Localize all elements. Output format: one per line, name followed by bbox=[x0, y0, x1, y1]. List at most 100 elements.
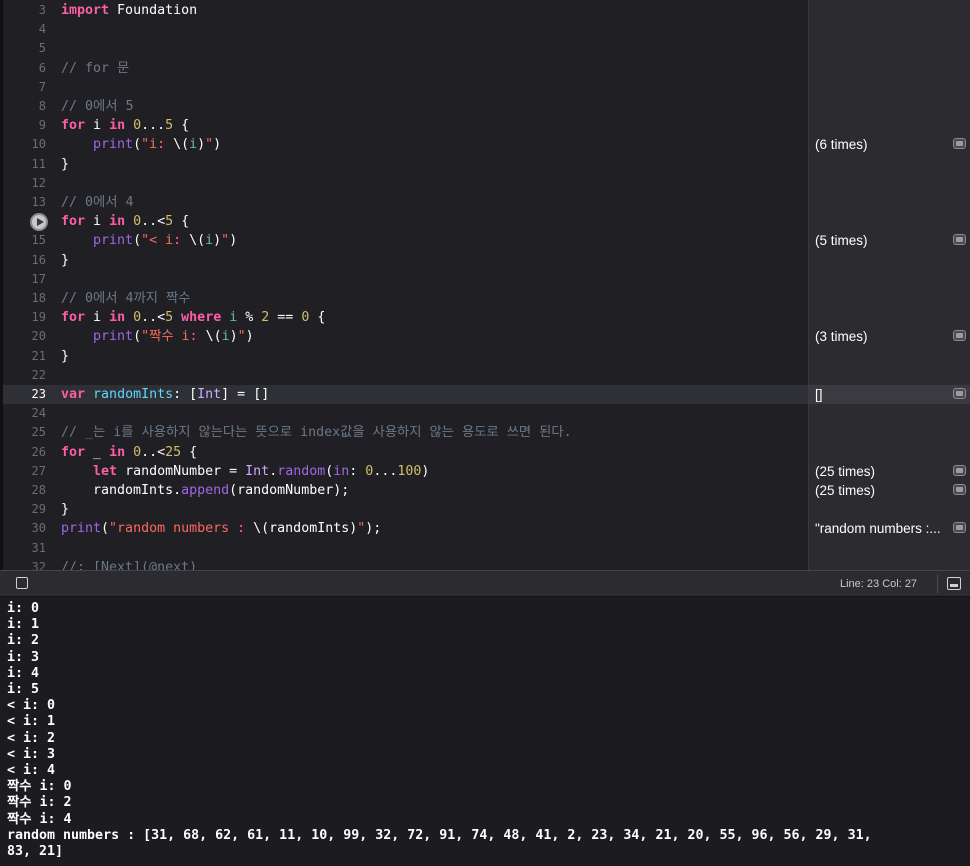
result-value: "random numbers :... bbox=[815, 521, 941, 537]
code-line[interactable]: 24 bbox=[0, 404, 970, 423]
line-number: 15 bbox=[31, 233, 46, 248]
quick-look-icon[interactable] bbox=[953, 484, 966, 495]
code-text: } bbox=[61, 251, 69, 270]
code-text: print("< i: \(i)") bbox=[61, 231, 237, 250]
code-text: } bbox=[61, 155, 69, 174]
line-number: 8 bbox=[38, 99, 46, 113]
code-token: \( bbox=[189, 233, 206, 249]
code-token: print bbox=[93, 137, 134, 153]
code-line[interactable]: 17 bbox=[0, 270, 970, 289]
result-highlight bbox=[809, 251, 970, 270]
code-token: { bbox=[173, 214, 190, 230]
code-line[interactable]: 32 //: [Next](@next) bbox=[0, 558, 970, 570]
code-line[interactable]: 27 let randomNumber = Int.random(in: 0..… bbox=[0, 462, 970, 481]
code-token: "< i: bbox=[141, 233, 190, 249]
code-token: Foundation bbox=[109, 3, 198, 18]
code-line[interactable]: 8 // 0에서 5 bbox=[0, 97, 970, 116]
console-line: random numbers : [31, 68, 62, 61, 11, 10… bbox=[7, 827, 872, 843]
code-line[interactable]: 22 bbox=[0, 366, 970, 385]
code-text: randomInts.append(randomNumber); bbox=[61, 481, 349, 500]
code-text: // 0에서 4까지 짝수 bbox=[61, 289, 190, 308]
code-token: : bbox=[349, 463, 366, 479]
code-line[interactable]: 15 print("< i: \(i)") (5 times) bbox=[0, 231, 970, 250]
console-line: 짝수 i: 2 bbox=[7, 795, 72, 811]
code-line[interactable]: 19 for i in 0..<5 where i % 2 == 0 { bbox=[0, 308, 970, 327]
code-token: ) bbox=[229, 233, 238, 249]
code-token: ( bbox=[101, 521, 110, 537]
code-token: randomInts. bbox=[61, 483, 182, 498]
code-line[interactable]: 12 bbox=[0, 174, 970, 193]
quick-look-icon[interactable] bbox=[953, 138, 966, 150]
divider bbox=[937, 575, 938, 593]
code-token: { bbox=[181, 444, 198, 460]
code-editor[interactable]: 3 import Foundation 4 5 6 // for 문 7 8 // 0에서 5 9… bbox=[0, 0, 970, 570]
code-line[interactable]: 28 randomInts.append(randomNumber); (25 t… bbox=[0, 481, 970, 500]
code-token: 0 bbox=[133, 214, 142, 230]
console-line: i: 1 bbox=[7, 617, 40, 633]
quick-look-icon[interactable] bbox=[953, 388, 966, 399]
code-line[interactable]: 10 print("i: \(i)") (6 times) bbox=[0, 135, 970, 154]
code-line[interactable]: 31 bbox=[0, 539, 970, 558]
code-line[interactable]: 26 for _ in 0..<25 { bbox=[0, 443, 970, 462]
code-line[interactable]: 7 bbox=[0, 78, 970, 97]
code-token: in bbox=[109, 214, 126, 230]
code-line[interactable]: 16} bbox=[0, 251, 970, 270]
debug-console[interactable]: i: 0 i: 1 i: 2 i: 3 i: 4 i: 5 < i: 0 < i: 1 < i:… bbox=[0, 597, 970, 866]
code-text: for i in 0...5 { bbox=[61, 116, 189, 135]
code-line[interactable]: 18 // 0에서 4까지 짝수 bbox=[0, 289, 970, 308]
result-highlight bbox=[809, 174, 970, 193]
quick-look-icon[interactable] bbox=[953, 522, 966, 534]
code-line[interactable]: 3 import Foundation bbox=[0, 1, 970, 20]
code-token: i bbox=[205, 233, 214, 249]
result-highlight bbox=[809, 289, 970, 308]
result-highlight bbox=[809, 500, 970, 519]
code-token: i bbox=[189, 137, 198, 153]
code-line[interactable]: 23 var randomInts: [Int] = [] [] bbox=[0, 385, 970, 404]
console-line: < i: 3 bbox=[7, 746, 56, 762]
code-token: "짝수 i: bbox=[141, 329, 206, 345]
code-text: //: [Next](@next) bbox=[61, 558, 197, 570]
code-line[interactable]: 5 bbox=[0, 39, 970, 58]
code-line[interactable]: 29} bbox=[0, 500, 970, 519]
code-line[interactable]: 13 // 0에서 4 bbox=[0, 193, 970, 212]
quick-look-icon[interactable] bbox=[953, 464, 966, 476]
line-number: 27 bbox=[31, 463, 46, 478]
code-line[interactable]: 11} bbox=[0, 155, 970, 174]
code-token: ..< bbox=[141, 444, 166, 460]
console-line: 짝수 i: 0 bbox=[7, 779, 72, 795]
code-line[interactable]: 21} bbox=[0, 347, 970, 366]
code-token: } bbox=[61, 156, 70, 172]
result-value: (6 times) bbox=[815, 137, 868, 153]
code-text: // 0에서 5 bbox=[61, 97, 134, 116]
code-line[interactable]: 20 print("짝수 i: \(i)") (3 times) bbox=[0, 327, 970, 346]
line-highlight bbox=[3, 251, 808, 270]
code-line[interactable]: 9 for i in 0...5 { bbox=[0, 116, 970, 135]
line-number: 13 bbox=[31, 195, 46, 209]
quick-look-icon[interactable] bbox=[953, 330, 966, 342]
line-number: 23 bbox=[31, 387, 46, 401]
code-token: 0 bbox=[133, 310, 142, 326]
line-number: 16 bbox=[31, 252, 46, 267]
line-highlight bbox=[3, 174, 808, 193]
code-token: // 0에서 4 bbox=[61, 195, 134, 210]
code-text: for i in 0..<5 where i % 2 == 0 { bbox=[61, 308, 325, 327]
run-play-icon[interactable] bbox=[30, 213, 48, 231]
quick-look-icon[interactable] bbox=[953, 234, 966, 246]
console-toggle-icon[interactable] bbox=[947, 577, 961, 590]
hide-debug-checkbox-icon[interactable] bbox=[16, 577, 28, 589]
code-text: for i in 0..<5 { bbox=[61, 212, 189, 231]
code-text: // 0에서 4 bbox=[61, 193, 134, 212]
code-line[interactable]: for i in 0..<5 { bbox=[0, 212, 970, 231]
result-highlight bbox=[809, 193, 970, 212]
code-line[interactable]: 25 // _는 i를 사용하지 않는다는 뜻으로 index값을 사용하지 않는… bbox=[0, 423, 970, 442]
code-token: ) bbox=[229, 329, 238, 345]
code-line[interactable]: 4 bbox=[0, 20, 970, 39]
line-highlight bbox=[3, 347, 808, 366]
result-highlight bbox=[809, 539, 970, 558]
line-highlight bbox=[3, 78, 808, 97]
code-line[interactable]: 6 // for 문 bbox=[0, 59, 970, 78]
code-token: : [ bbox=[173, 387, 198, 402]
line-highlight bbox=[3, 500, 808, 519]
code-line[interactable]: 30 print("random numbers : \(randomInts)"… bbox=[0, 519, 970, 538]
